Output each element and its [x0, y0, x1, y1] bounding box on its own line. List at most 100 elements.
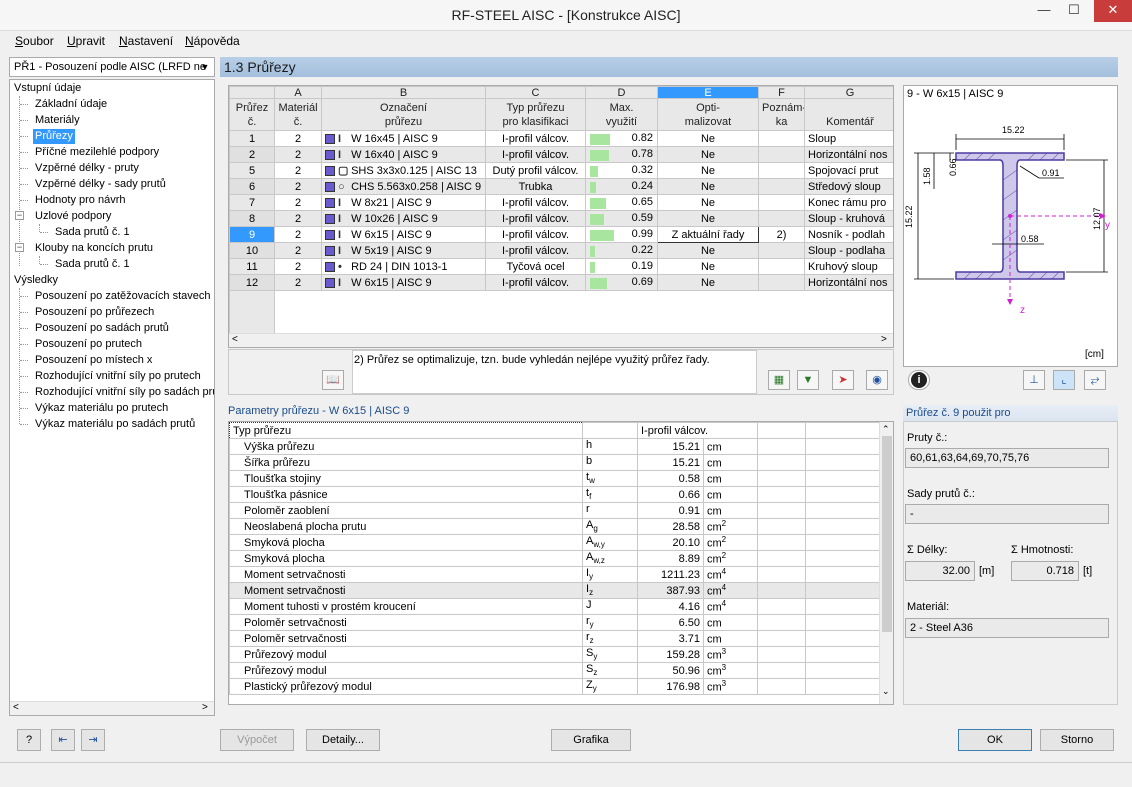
remark-cell[interactable] — [758, 274, 805, 291]
remark-cell[interactable] — [758, 194, 805, 211]
row-number[interactable]: 7 — [229, 194, 275, 211]
material-cell[interactable]: 2 — [274, 226, 322, 243]
table-row[interactable]: 92I W 6x15 | AISC 9 I-profil válcov. 0.99 Z… — [229, 226, 893, 243]
zoom-fit-icon[interactable]: ⥂ — [1084, 370, 1106, 390]
optimize-cell[interactable]: Ne — [657, 210, 759, 227]
type-cell[interactable]: Dutý profil válcov. — [485, 162, 586, 179]
tree-item-member-set-1[interactable]: Sada prutů č. 1 — [55, 225, 130, 240]
column-letter[interactable]: B — [321, 86, 486, 99]
tree-result-forces-sets[interactable]: Rozhodující vnitřní síly po sadách prut — [35, 385, 214, 400]
ratio-cell[interactable]: 0.32 — [585, 162, 658, 179]
optimize-cell[interactable]: Z aktuální řady — [657, 226, 759, 243]
tree-item-cross-sections[interactable]: Průřezy — [33, 129, 75, 144]
tree-item-member-hinges[interactable]: Klouby na koncích prutu — [35, 241, 153, 256]
tree-result-members[interactable]: Posouzení po prutech — [35, 337, 142, 352]
comment-cell[interactable]: Nosník - podlah — [804, 226, 893, 243]
material-cell[interactable]: 2 — [274, 130, 322, 147]
tree-item-design-values[interactable]: Hodnoty pro návrh — [35, 193, 126, 208]
tree-item-materials[interactable]: Materiály — [35, 113, 80, 128]
param-row[interactable]: Průřezový modul Sz 50.96 cm3 — [229, 662, 881, 679]
ratio-cell[interactable]: 0.78 — [585, 146, 658, 163]
optimize-cell[interactable]: Ne — [657, 178, 759, 195]
ratio-cell[interactable]: 0.19 — [585, 258, 658, 275]
table-row[interactable]: 12I W 16x45 | AISC 9 I-profil válcov. 0.82… — [229, 130, 893, 147]
ratio-cell[interactable]: 0.59 — [585, 210, 658, 227]
optimize-cell[interactable]: Ne — [657, 258, 759, 275]
param-row[interactable]: Výška průřezu h 15.21 cm — [229, 438, 881, 455]
material-cell[interactable]: 2 — [274, 194, 322, 211]
row-number[interactable]: 5 — [229, 162, 275, 179]
optimize-cell[interactable]: Ne — [657, 274, 759, 291]
column-letter[interactable]: A — [274, 86, 322, 99]
type-cell[interactable]: I-profil válcov. — [485, 274, 586, 291]
table-row[interactable]: 6 2 ○ CHS 5.563x0.258 | AISC 9 Trubka 0.24 Ne… — [229, 178, 893, 195]
designation-cell[interactable]: I W 6x15 | AISC 9 — [321, 226, 486, 243]
remark-cell[interactable] — [758, 242, 805, 259]
table-row[interactable]: 22I W 16x40 | AISC 9 I-profil válcov. 0.78… — [229, 146, 893, 163]
type-cell[interactable]: Tyčová ocel — [485, 258, 586, 275]
param-row[interactable]: Smyková plocha Aw,y 20.10 cm2 — [229, 534, 881, 551]
comment-cell[interactable]: Konec rámu pro — [804, 194, 893, 211]
tree-item-basic-data[interactable]: Základní údaje — [35, 97, 107, 112]
tree-group-input[interactable]: Vstupní údaje — [14, 81, 81, 96]
column-letter[interactable]: E — [657, 86, 759, 99]
tree-result-material-members[interactable]: Výkaz materiálu po prutech — [35, 401, 168, 416]
comment-cell[interactable]: Kruhový sloup — [804, 258, 893, 275]
param-row[interactable]: Neoslabená plocha prutu Ag 28.58 cm2 — [229, 518, 881, 535]
type-cell[interactable]: I-profil válcov. — [485, 226, 586, 243]
param-row[interactable]: Plastický průřezový modul Zy 176.98 cm3 — [229, 678, 881, 695]
tree-item-member-set-1b[interactable]: Sada prutů č. 1 — [55, 257, 130, 272]
ratio-cell[interactable]: 0.24 — [585, 178, 658, 195]
minimize-button[interactable]: — — [1030, 0, 1058, 22]
designation-cell[interactable]: I W 16x45 | AISC 9 — [321, 130, 486, 147]
row-number[interactable]: 6 — [229, 178, 275, 195]
excel-import-icon[interactable]: ▼ — [797, 370, 819, 390]
remark-cell[interactable] — [758, 258, 805, 275]
tree-result-locations[interactable]: Posouzení po místech x — [35, 353, 152, 368]
material-cell[interactable]: 2 — [274, 242, 322, 259]
dimensions-icon[interactable]: ⊥ — [1023, 370, 1045, 390]
menu-settings[interactable]: Nastavení — [119, 34, 173, 48]
ratio-cell[interactable]: 0.69 — [585, 274, 658, 291]
excel-export-icon[interactable]: ▦ — [768, 370, 790, 390]
calculate-button[interactable]: Výpočet — [220, 729, 294, 751]
remark-cell[interactable] — [758, 162, 805, 179]
comment-cell[interactable]: Sloup - kruhová — [804, 210, 893, 227]
designation-cell[interactable]: I W 8x21 | AISC 9 — [321, 194, 486, 211]
comment-cell[interactable]: Sloup — [804, 130, 893, 147]
library-icon[interactable]: 📖 — [322, 370, 344, 390]
table-row[interactable]: 11 2 • RD 24 | DIN 1013-1 Tyčová ocel 0.19 Ne… — [229, 258, 893, 275]
axes-icon[interactable]: ⌞ — [1053, 370, 1075, 390]
info-icon[interactable]: i — [908, 370, 930, 390]
material-cell[interactable]: 2 — [274, 162, 322, 179]
ratio-cell[interactable]: 0.22 — [585, 242, 658, 259]
comment-cell[interactable]: Sloup - podlaha — [804, 242, 893, 259]
param-row[interactable]: Moment tuhosti v prostém kroucení J 4.16 cm… — [229, 598, 881, 615]
scroll-up-icon[interactable]: ⌃ — [882, 424, 890, 435]
type-cell[interactable]: I-profil válcov. — [485, 130, 586, 147]
tree-item-nodal-supports[interactable]: Uzlové podpory — [35, 209, 111, 224]
type-cell[interactable]: I-profil válcov. — [485, 194, 586, 211]
material-cell[interactable]: 2 — [274, 146, 322, 163]
design-case-select[interactable]: PŘ1 - Posouzení podle AISC (LRFD ne — [9, 57, 215, 77]
designation-cell[interactable]: ○ CHS 5.563x0.258 | AISC 9 — [321, 178, 486, 195]
remark-cell[interactable] — [758, 178, 805, 195]
designation-cell[interactable]: I W 10x26 | AISC 9 — [321, 210, 486, 227]
table-row[interactable]: 10 2 I W 5x19 | AISC 9 I-profil válcov. 0.22… — [229, 242, 893, 259]
close-button[interactable]: ✕ — [1094, 0, 1132, 22]
param-row[interactable]: Moment setrvačnosti Iy 1211.23 cm4 — [229, 566, 881, 583]
column-letter[interactable]: G — [804, 86, 893, 99]
scroll-right-icon[interactable]: > — [202, 702, 208, 713]
designation-cell[interactable]: I W 6x15 | AISC 9 — [321, 274, 486, 291]
ratio-cell[interactable]: 0.65 — [585, 194, 658, 211]
ratio-cell[interactable]: 0.82 — [585, 130, 658, 147]
scroll-left-icon[interactable]: < — [13, 702, 19, 713]
table-row[interactable]: 12 2 I W 6x15 | AISC 9 I-profil válcov. 0.69… — [229, 274, 893, 291]
menu-help[interactable]: Nápověda — [185, 34, 240, 48]
param-row[interactable]: Průřezový modul Sy 159.28 cm3 — [229, 646, 881, 663]
material-cell[interactable]: 2 — [274, 178, 322, 195]
tree-item-buckling-members[interactable]: Vzpěrné délky - pruty — [35, 161, 139, 176]
optimize-cell[interactable]: Ne — [657, 162, 759, 179]
graphics-button[interactable]: Grafika — [551, 729, 631, 751]
param-row[interactable]: Moment setrvačnosti Iz 387.93 cm4 — [229, 582, 881, 599]
